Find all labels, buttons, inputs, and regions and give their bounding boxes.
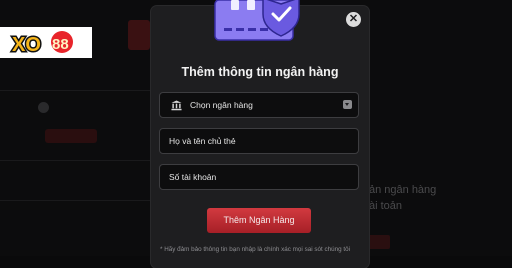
- svg-text:88: 88: [52, 36, 69, 53]
- bank-icon: [171, 99, 182, 110]
- add-bank-modal: ✕ Thêm thông tin ngân hàng Chọn ngân hàn…: [151, 0, 369, 268]
- svg-text:XO: XO: [12, 34, 41, 56]
- background-divider: [0, 200, 150, 201]
- card-holder-name-placeholder: Họ và tên chủ thẻ: [169, 136, 236, 146]
- background-red-pill: [128, 20, 150, 50]
- bank-select[interactable]: Chọn ngân hàng: [159, 92, 359, 118]
- background-red-tag: [368, 235, 390, 249]
- card-holder-name-field[interactable]: Họ và tên chủ thẻ: [159, 128, 359, 154]
- account-number-field[interactable]: Số tài khoản: [159, 164, 359, 190]
- chevron-down-icon[interactable]: [343, 100, 352, 109]
- bank-card-shield-illustration: [214, 0, 300, 41]
- background-red-button: [45, 129, 97, 143]
- add-bank-button[interactable]: Thêm Ngân Hàng: [207, 208, 311, 233]
- background-divider: [0, 90, 150, 91]
- account-number-placeholder: Số tài khoản: [169, 172, 217, 182]
- close-icon[interactable]: ✕: [346, 12, 361, 27]
- disclaimer-note: * Hãy đảm bảo thông tin bạn nhập là chín…: [160, 246, 351, 253]
- brand-logo: XO XO 88: [11, 31, 73, 58]
- modal-title: Thêm thông tin ngân hàng: [181, 65, 339, 79]
- brand-tile: XO XO 88: [0, 27, 92, 58]
- background-divider: [0, 160, 150, 161]
- background-avatar: [38, 102, 49, 113]
- bank-select-value: Chọn ngân hàng: [190, 100, 253, 110]
- background-bank-text: ản ngân hàng ài toản: [369, 184, 437, 212]
